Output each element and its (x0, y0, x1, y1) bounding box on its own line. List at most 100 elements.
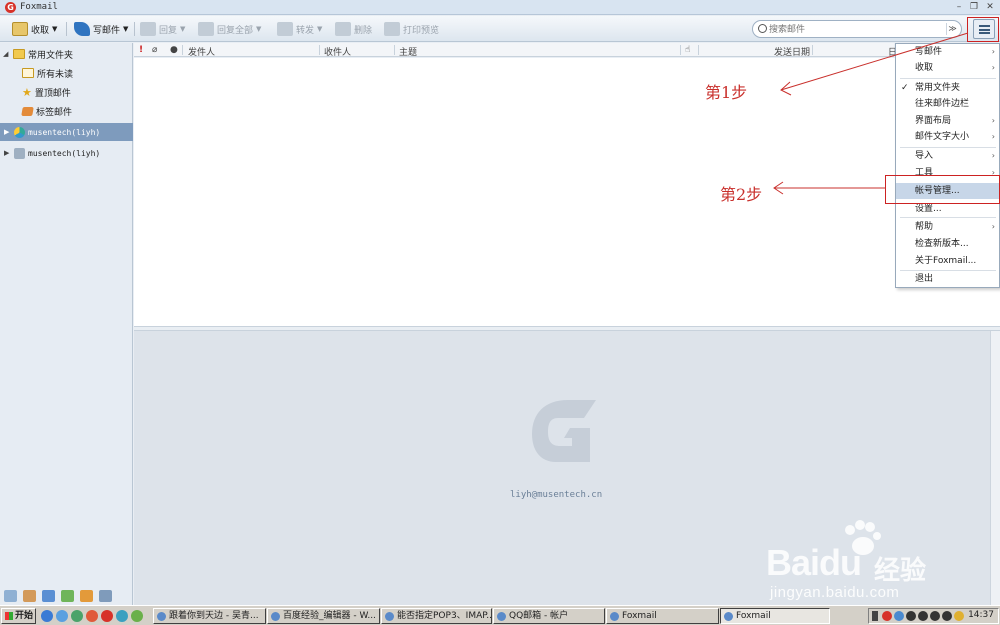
send-date-column[interactable]: 发送日期 (774, 45, 810, 58)
tray-icon[interactable] (894, 611, 904, 621)
menu-item-compose[interactable]: 写邮件 › (896, 44, 1000, 60)
star-icon: ★ (22, 85, 32, 99)
mail-icon[interactable] (4, 590, 17, 602)
preview-scrollbar[interactable] (990, 331, 1000, 605)
taskbar-item[interactable]: Foxmail (606, 608, 719, 624)
menu-item-label: 往来邮件边栏 (915, 99, 970, 109)
read-status-column-icon[interactable]: ● (170, 45, 178, 55)
menu-item-label: 界面布局 (915, 116, 952, 126)
close-button[interactable]: ✕ (983, 1, 997, 13)
attachment-column-icon[interactable]: ⌀ (152, 45, 157, 55)
menu-item-receive[interactable]: 收取 › (896, 60, 1000, 76)
tray-qq-icon[interactable] (906, 611, 916, 621)
chevron-down-icon[interactable]: ≫ (946, 23, 958, 35)
foxmail-watermark-logo-icon (532, 400, 596, 462)
menu-item-layout[interactable]: 界面布局 › (896, 113, 1000, 129)
notes-icon[interactable] (61, 590, 74, 602)
search-input[interactable] (769, 23, 939, 36)
menu-item-label: 收取 (915, 63, 934, 73)
settings-icon[interactable] (99, 590, 112, 602)
menu-item-common-folders[interactable]: ✓ 常用文件夹 (896, 80, 1000, 96)
delete-button[interactable]: 删除 (335, 21, 372, 37)
expand-triangle-icon[interactable]: ▶ (4, 149, 12, 157)
message-list[interactable] (134, 58, 1000, 326)
restore-button[interactable]: ❐ (967, 1, 981, 13)
account-label: musentech(liyh) (28, 148, 101, 158)
tray-foxmail-icon[interactable] (882, 611, 892, 621)
menu-item-about[interactable]: 关于Foxmail... (896, 253, 1000, 269)
menu-item-label: 设置... (915, 204, 942, 214)
quicklaunch-icon[interactable] (131, 610, 143, 622)
search-box[interactable]: ≫ (752, 20, 962, 38)
contacts-icon[interactable] (23, 590, 36, 602)
flag-column[interactable]: ! (139, 45, 143, 55)
compose-button[interactable]: 写邮件 ▼ (74, 21, 128, 37)
sidebar-item-all-unread[interactable]: 所有未读 (0, 64, 133, 82)
clock: 14:37 (968, 610, 994, 620)
forward-button[interactable]: 转发 ▼ (277, 21, 322, 37)
sidebar-item-label: 所有未读 (37, 69, 74, 80)
window-title: Foxmail (20, 2, 58, 12)
menu-item-label: 关于Foxmail... (915, 256, 977, 266)
step1-annotation: 第1步 (705, 83, 748, 102)
tray-qq-icon[interactable] (930, 611, 940, 621)
minimize-button[interactable]: – (952, 1, 966, 13)
taskbar-item[interactable]: 百度经验_编辑器 - W... (267, 608, 380, 624)
baidu-brand: Baidu (766, 542, 862, 583)
sidebar-item-label: 置顶邮件 (34, 88, 71, 99)
quicklaunch-icon[interactable] (116, 610, 128, 622)
menu-item-help[interactable]: 帮助 › (896, 219, 1000, 235)
menu-item-exit[interactable]: 退出 (896, 271, 1000, 287)
taskbar-item-active[interactable]: Foxmail (720, 608, 830, 624)
delete-icon (335, 22, 351, 36)
menu-item-import[interactable]: 导入 › (896, 148, 1000, 164)
print-preview-button[interactable]: 打印预览 (384, 21, 439, 37)
sidebar-folder-group[interactable]: ◢ 常用文件夹 (0, 45, 133, 63)
system-tray: 14:37 (868, 608, 999, 624)
sidebar-account-2[interactable]: ▶ musentech(liyh) (0, 144, 133, 162)
sidebar-account-1[interactable]: ▶ musentech(liyh) (0, 123, 133, 141)
to-column[interactable]: 收件人 (324, 45, 351, 58)
tray-shield-icon[interactable] (954, 611, 964, 621)
explorer-icon[interactable] (56, 610, 68, 622)
reply-icon (140, 22, 156, 36)
ie-icon[interactable] (41, 610, 53, 622)
menu-item-font-size[interactable]: 邮件文字大小 › (896, 129, 1000, 145)
menu-item-label: 帮助 (915, 222, 934, 232)
reply-all-button[interactable]: 回复全部 ▼ (198, 21, 261, 37)
start-button[interactable]: 开始 (1, 608, 36, 624)
delete-label: 删除 (354, 25, 373, 36)
receive-button[interactable]: 收取 ▼ (12, 21, 57, 37)
tray-arrow-icon[interactable] (872, 611, 878, 621)
taskbar-item[interactable]: QQ邮箱 - 帐户 (493, 608, 605, 624)
tray-qq-icon[interactable] (918, 611, 928, 621)
expand-triangle-icon[interactable]: ◢ (3, 50, 11, 58)
calendar-icon[interactable] (42, 590, 55, 602)
foxmail-quick-icon[interactable] (101, 610, 113, 622)
forward-icon (277, 22, 293, 36)
main-menu-dropdown: 写邮件 › 收取 › ✓ 常用文件夹 往来邮件边栏 界面布局 › 邮件文字大小 › 导入 ›… (895, 43, 1000, 288)
expand-triangle-icon[interactable]: ▶ (4, 128, 12, 136)
from-column[interactable]: 发件人 (188, 45, 215, 58)
priority-column-icon[interactable]: ☝ (685, 45, 690, 55)
menu-item-label: 写邮件 (915, 47, 943, 57)
message-list-header: ! ⌀ ● 发件人 收件人 主题 ☝ 发送日期 日 (134, 43, 897, 58)
menu-item-check-update[interactable]: 检查新版本... (896, 236, 1000, 252)
foxmail-logo-icon: G (5, 2, 16, 13)
menu-item-contact-sidebar[interactable]: 往来邮件边栏 (896, 96, 1000, 112)
account-email: liyh@musentech.cn (510, 490, 603, 500)
taskbar-item[interactable]: 跟着你到天边 - 吴青... (153, 608, 266, 624)
chrome-icon[interactable] (86, 610, 98, 622)
reply-button[interactable]: 回复 ▼ (140, 21, 185, 37)
menu-item-label: 邮件文字大小 (915, 132, 970, 142)
chevron-right-icon: › (991, 151, 995, 160)
folder-group-label: 常用文件夹 (28, 50, 74, 61)
quicklaunch-icon[interactable] (71, 610, 83, 622)
taskbar-item[interactable]: 能否指定POP3、IMAP... (381, 608, 492, 624)
rss-icon[interactable] (80, 590, 93, 602)
subject-column[interactable]: 主题 (399, 45, 417, 58)
sidebar-item-tagged[interactable]: 标签邮件 (0, 102, 133, 120)
sidebar-item-pinned[interactable]: ★ 置顶邮件 (0, 83, 133, 101)
tray-qq-icon[interactable] (942, 611, 952, 621)
baidu-url: jingyan.baidu.com (770, 584, 900, 601)
